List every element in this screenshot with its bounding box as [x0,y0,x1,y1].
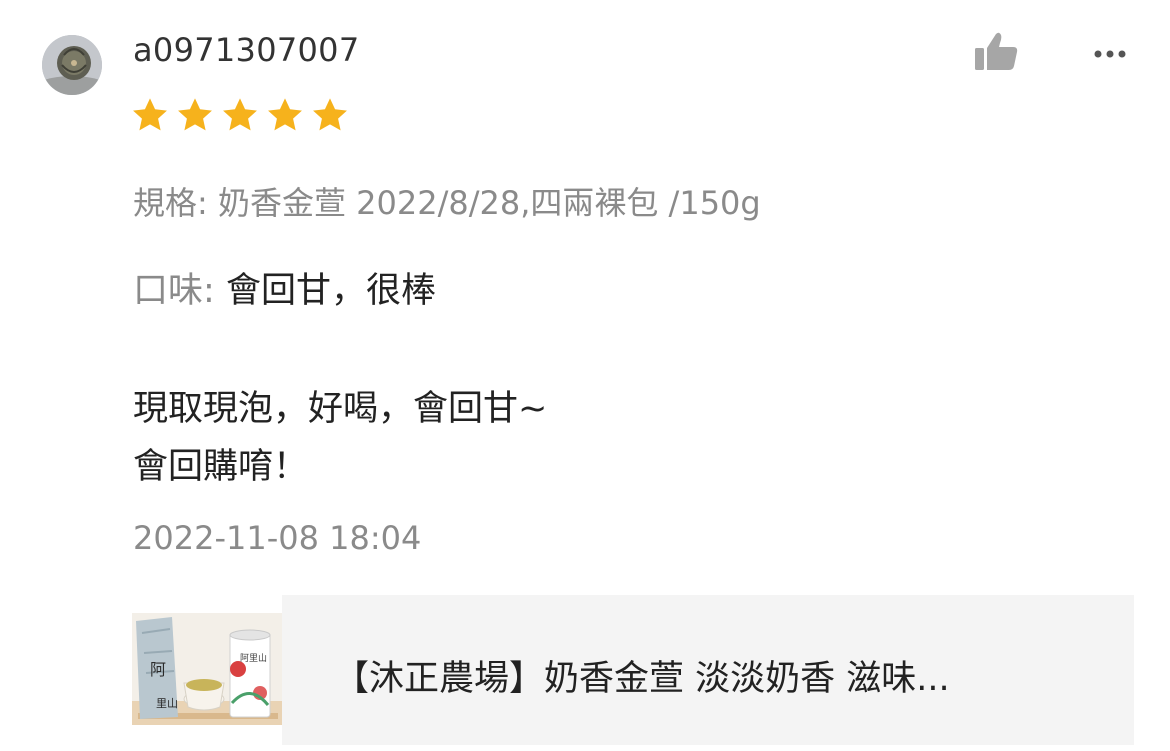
svg-text:阿里山: 阿里山 [240,653,267,664]
product-thumbnail: 阿 里山 阿里山 [132,613,282,725]
avatar-image [42,35,102,95]
user-avatar[interactable] [42,35,102,95]
comment-line: 會回購唷！ [133,447,309,487]
product-name[interactable]: 【沐正農場】奶香金萱 淡淡奶香 滋味... [334,650,950,701]
taste-value: 會回甘，很棒 [225,271,436,311]
product-card[interactable]: 阿 里山 阿里山 【沐正農場】奶香金萱 淡淡奶香 滋味... [132,595,1134,745]
star-icon [133,98,167,131]
reviewer-username[interactable]: a0971307007 [133,31,360,69]
star-icon [268,98,302,131]
review-comment: 現取現泡，好喝，會回甘~ 會回購唷！ [133,380,547,496]
star-rating [131,96,349,134]
like-button[interactable] [972,30,1020,74]
svg-text:阿: 阿 [150,660,166,679]
thumbs-up-icon [975,32,1018,70]
product-info[interactable]: 【沐正農場】奶香金萱 淡淡奶香 滋味... [282,595,1134,745]
star-icon [313,98,347,131]
product-photo: 阿 里山 阿里山 [132,613,282,725]
review-timestamp: 2022-11-08 18:04 [133,519,422,557]
comment-line: 現取現泡，好喝，會回甘~ [133,389,548,429]
star-icon [223,98,257,131]
taste-row: 口味: 會回甘，很棒 [133,262,436,313]
product-variation: 規格: 奶香金萱 2022/8/28,四兩裸包 /150g [133,184,761,222]
star-icon [178,98,212,131]
more-dots-icon [1094,50,1126,58]
svg-text:里山: 里山 [156,697,178,710]
taste-label: 口味: [133,271,215,311]
more-options-button[interactable] [1092,42,1132,66]
